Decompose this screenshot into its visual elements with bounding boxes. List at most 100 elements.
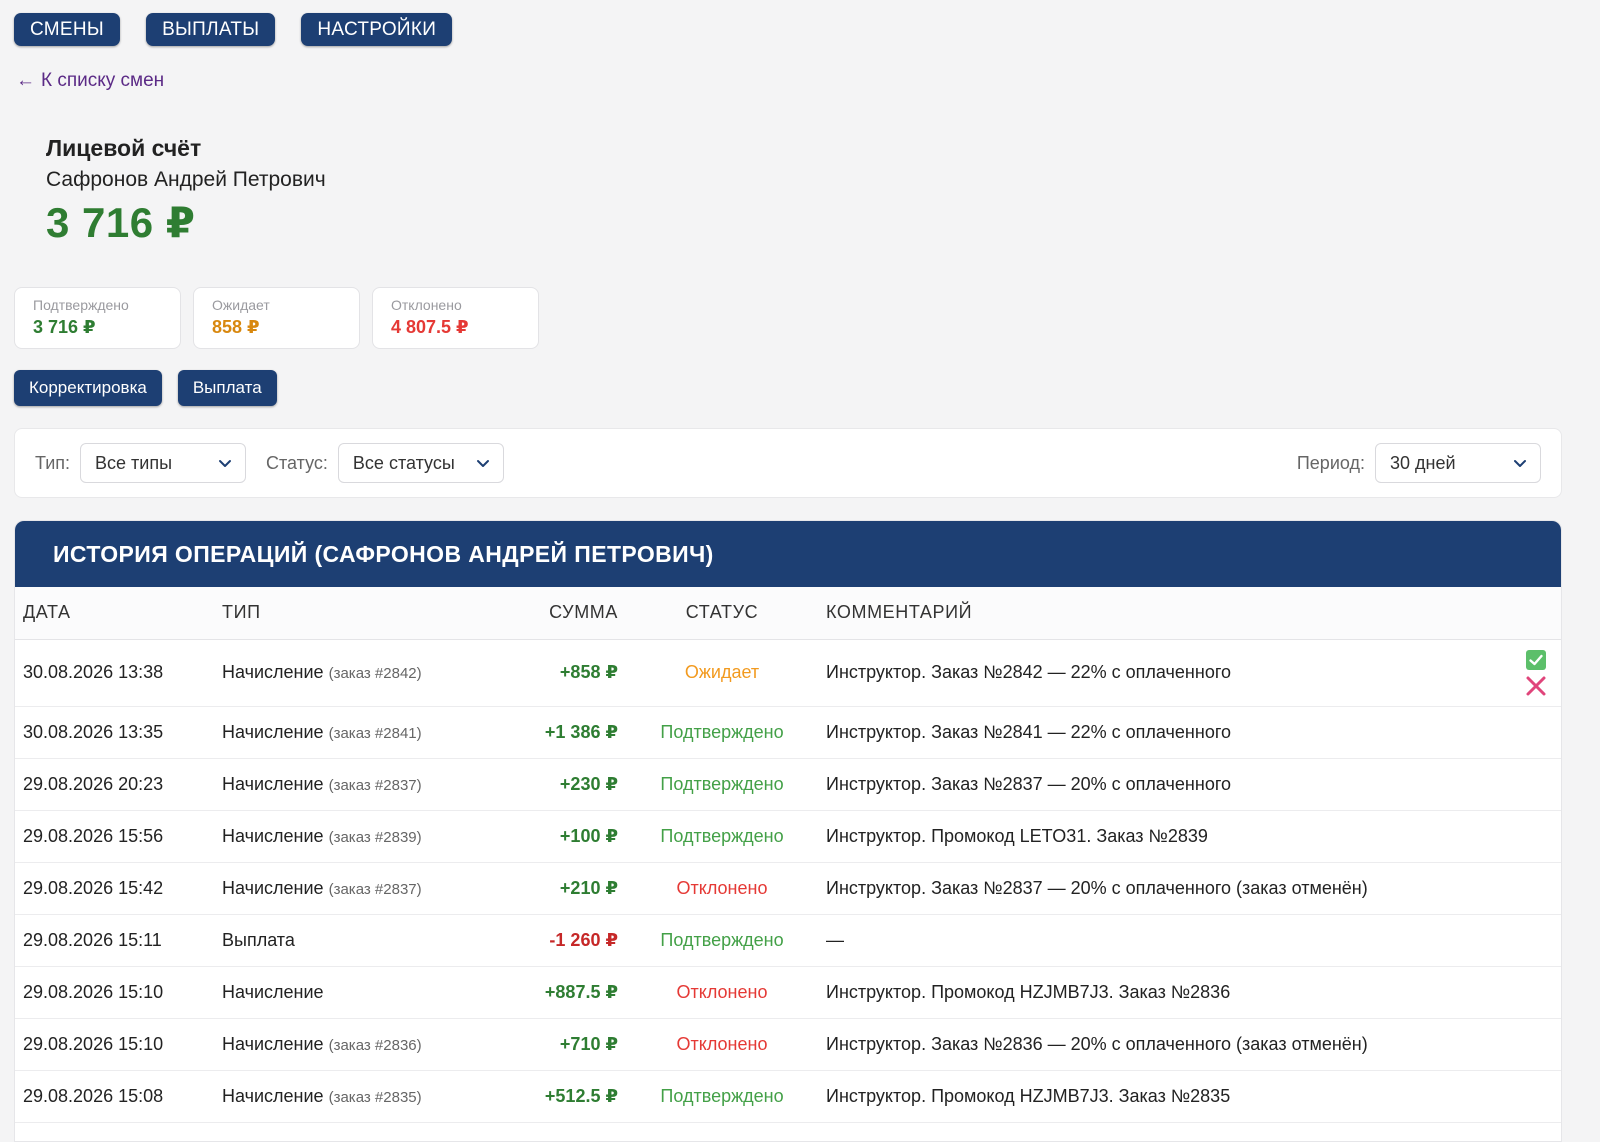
row-actions <box>1463 1018 1561 1071</box>
row-comment: Инструктор. Заказ №2842 — 22% с оплаченн… <box>812 639 1463 707</box>
row-order-ref: (заказ #2837) <box>328 776 422 794</box>
row-comment: Инструктор. Заказ №2841 — 22% с оплаченн… <box>812 706 1463 759</box>
table-header-row: ДАТА ТИП СУММА СТАТУС КОММЕНТАРИЙ <box>15 587 1561 640</box>
row-actions <box>1463 862 1561 915</box>
row-comment: Инструктор. Заказ №2836 — 20% с оплаченн… <box>812 1018 1463 1071</box>
row-sum: +512.5 ₽ <box>532 1070 632 1123</box>
nav-shifts-button[interactable]: СМЕНЫ <box>14 13 121 46</box>
row-actions <box>1463 966 1561 1019</box>
table-row: 30.08.2026 13:35 Начисление (заказ #2841)… <box>15 706 1561 759</box>
type-filter-label: Тип: <box>35 452 71 473</box>
row-type-cell: Начисление (заказ #2837) <box>222 758 532 811</box>
operations-table-body: 30.08.2026 13:38 Начисление (заказ #2842)… <box>15 639 1561 1123</box>
row-sum: +858 ₽ <box>532 639 632 707</box>
adjustment-button[interactable]: Корректировка <box>14 370 162 406</box>
type-filter-select[interactable]: Все типы <box>80 443 247 483</box>
summary-card-rejected: Отклонено 4 807.5 ₽ <box>372 287 539 349</box>
row-actions <box>1463 639 1561 707</box>
summary-card-label: Отклонено <box>391 297 462 313</box>
account-balance: 3 716 ₽ <box>46 199 196 246</box>
type-filter-value: Все типы <box>95 452 173 473</box>
close-icon[interactable] <box>1523 673 1549 699</box>
status-filter-value: Все статусы <box>352 452 455 473</box>
row-type-cell: Начисление (заказ #2835) <box>222 1070 532 1123</box>
row-type-cell: Начисление (заказ #2842) <box>222 639 532 707</box>
row-type: Начисление <box>222 825 324 846</box>
row-type-cell: Начисление (заказ #2841) <box>222 706 532 759</box>
row-status: Подтверждено <box>632 914 812 967</box>
table-row: 30.08.2026 13:38 Начисление (заказ #2842)… <box>15 639 1561 707</box>
account-holder-name: Сафронов Андрей Петрович <box>46 168 326 191</box>
row-status: Отклонено <box>632 862 812 915</box>
row-type: Выплата <box>222 929 295 950</box>
summary-card-label: Подтверждено <box>33 297 129 313</box>
table-row: 29.08.2026 15:11 Выплата -1 260 ₽ Подтверж… <box>15 914 1561 967</box>
row-date: 29.08.2026 15:10 <box>15 1018 222 1071</box>
row-date: 29.08.2026 20:23 <box>15 758 222 811</box>
table-row: 29.08.2026 15:42 Начисление (заказ #2837)… <box>15 862 1561 915</box>
table-row: 29.08.2026 15:56 Начисление (заказ #2839)… <box>15 810 1561 863</box>
row-sum: +710 ₽ <box>532 1018 632 1071</box>
row-actions <box>1463 914 1561 967</box>
status-filter-select[interactable]: Все статусы <box>337 443 504 483</box>
row-type: Начисление <box>222 1085 324 1106</box>
row-date: 29.08.2026 15:08 <box>15 1070 222 1123</box>
row-date: 29.08.2026 15:42 <box>15 862 222 915</box>
period-filter-select[interactable]: 30 дней <box>1375 443 1541 483</box>
row-status: Ожидает <box>632 639 812 707</box>
table-row: 29.08.2026 20:23 Начисление (заказ #2837)… <box>15 758 1561 811</box>
row-date: 30.08.2026 13:38 <box>15 639 222 707</box>
summary-card-value: 858 ₽ <box>212 317 260 337</box>
row-sum: +100 ₽ <box>532 810 632 863</box>
row-actions <box>1463 758 1561 811</box>
row-order-ref: (заказ #2836) <box>328 1036 422 1054</box>
row-type: Начисление <box>222 981 324 1002</box>
filters-bar: Тип: Все типы Статус: Все статусы Период… <box>14 428 1562 498</box>
row-status: Подтверждено <box>632 1070 812 1123</box>
account-header: Лицевой счёт Сафронов Андрей Петрович 3 … <box>46 135 326 247</box>
nav-payouts-button[interactable]: ВЫПЛАТЫ <box>146 13 276 46</box>
operations-history: ИСТОРИЯ ОПЕРАЦИЙ (САФРОНОВ АНДРЕЙ ПЕТРОВ… <box>14 520 1562 1142</box>
table-row: 29.08.2026 15:10 Начисление +887.5 ₽ Откло… <box>15 966 1561 1019</box>
column-comment: КОММЕНТАРИЙ <box>812 587 1463 640</box>
row-order-ref: (заказ #2835) <box>328 1088 422 1106</box>
row-sum: +1 386 ₽ <box>532 706 632 759</box>
column-sum: СУММА <box>532 587 632 640</box>
payout-button[interactable]: Выплата <box>177 370 277 406</box>
top-nav: СМЕНЫ ВЫПЛАТЫ НАСТРОЙКИ <box>14 13 453 46</box>
row-sum: +887.5 ₽ <box>532 966 632 1019</box>
summary-cards: Подтверждено 3 716 ₽ Ожидает 858 ₽ Откло… <box>14 287 539 349</box>
row-type-cell: Начисление <box>222 966 532 1019</box>
row-status: Отклонено <box>632 966 812 1019</box>
row-actions <box>1463 1070 1561 1123</box>
row-type: Начисление <box>222 773 324 794</box>
history-title: ИСТОРИЯ ОПЕРАЦИЙ (САФРОНОВ АНДРЕЙ ПЕТРОВ… <box>15 521 1561 587</box>
account-title: Лицевой счёт <box>46 135 202 161</box>
summary-card-value: 4 807.5 ₽ <box>391 317 469 337</box>
summary-card-label: Ожидает <box>212 297 270 313</box>
back-link-label: К списку смен <box>41 70 165 91</box>
back-to-shifts-link[interactable]: ← К списку смен <box>16 70 164 92</box>
nav-settings-button[interactable]: НАСТРОЙКИ <box>301 13 453 46</box>
row-status: Подтверждено <box>632 706 812 759</box>
row-type-cell: Начисление (заказ #2839) <box>222 810 532 863</box>
period-filter-value: 30 дней <box>1390 452 1456 473</box>
period-filter-label: Период: <box>1296 452 1365 473</box>
row-status: Подтверждено <box>632 758 812 811</box>
check-square-icon[interactable] <box>1523 647 1549 673</box>
table-row: 29.08.2026 15:08 Начисление (заказ #2835)… <box>15 1070 1561 1123</box>
table-row: 29.08.2026 15:10 Начисление (заказ #2836)… <box>15 1018 1561 1071</box>
column-type: ТИП <box>222 587 532 640</box>
status-filter-label: Статус: <box>266 452 328 473</box>
row-sum: +210 ₽ <box>532 862 632 915</box>
row-sum: -1 260 ₽ <box>532 914 632 967</box>
account-actions: Корректировка Выплата <box>14 370 277 406</box>
row-order-ref: (заказ #2841) <box>328 724 422 742</box>
row-comment: Инструктор. Промокод LETO31. Заказ №2839 <box>812 810 1463 863</box>
row-actions <box>1463 706 1561 759</box>
row-comment: Инструктор. Промокод HZJMB7J3. Заказ №28… <box>812 966 1463 1019</box>
row-type-cell: Выплата <box>222 914 532 967</box>
row-date: 29.08.2026 15:10 <box>15 966 222 1019</box>
row-order-ref: (заказ #2842) <box>328 665 422 682</box>
chevron-down-icon <box>219 460 232 467</box>
